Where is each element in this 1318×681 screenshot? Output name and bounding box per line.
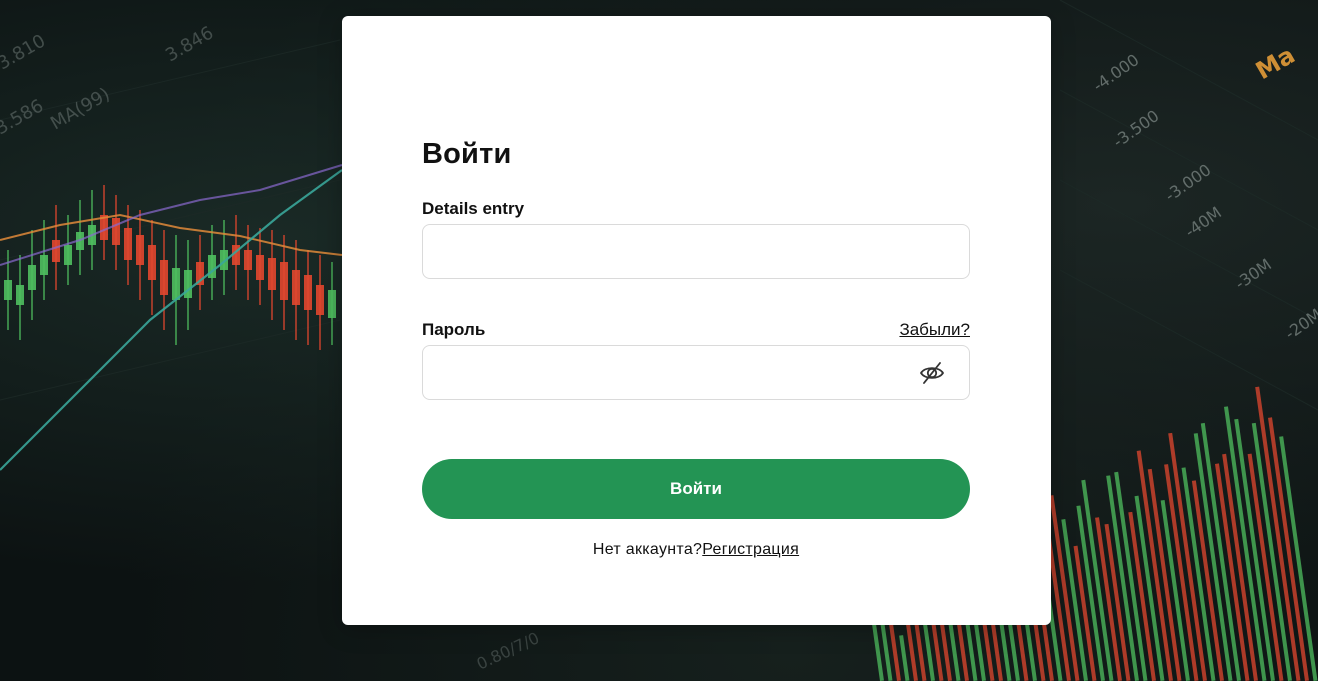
candle-body (328, 290, 336, 318)
left-axis-label: 3.846 (162, 22, 217, 66)
right-axis-label: -3.000 (1161, 160, 1214, 205)
right-axis-label: -30M (1231, 255, 1275, 293)
volume-bar (1164, 464, 1199, 681)
password-label: Пароль (422, 320, 486, 339)
candle-body (292, 270, 300, 305)
candle-body (64, 245, 72, 265)
left-axis-label: MA(99) (47, 84, 114, 135)
candle-body (148, 245, 156, 280)
password-field-wrapper (422, 345, 970, 400)
register-link[interactable]: Регистрация (702, 541, 799, 558)
candle-body (160, 260, 168, 295)
candle-body (136, 235, 144, 265)
login-label: Details entry (422, 199, 525, 218)
candle-body (172, 268, 180, 300)
register-prompt: Нет аккаунта?Регистрация (422, 541, 970, 559)
page-title: Войти (422, 138, 512, 170)
bottom-text: 0.80/7/0 (474, 628, 543, 673)
candle-body (184, 270, 192, 298)
left-axis-label: 3.810 (0, 30, 49, 74)
candle-body (16, 285, 24, 305)
left-axis-label: 3.586 (0, 95, 47, 139)
candle-body (256, 255, 264, 280)
candle-body (244, 250, 252, 270)
candle-body (4, 280, 12, 300)
ma-line-purple (0, 164, 343, 266)
password-input[interactable] (423, 346, 969, 399)
volume-bar (1223, 406, 1267, 681)
no-account-text: Нет аккаунта? (592, 541, 703, 558)
ma-line-teal (0, 169, 343, 471)
candle-body (124, 228, 132, 260)
candle-body (112, 218, 120, 245)
forgot-password-link[interactable]: Забыли? (899, 320, 970, 340)
candle-body (280, 262, 288, 300)
candle-body (40, 255, 48, 275)
candle-body (268, 258, 276, 290)
login-submit-button[interactable]: Войти (422, 459, 970, 519)
right-axis-label: -3.500 (1109, 106, 1162, 151)
candle-body (28, 265, 36, 290)
candle-body (52, 240, 60, 262)
volume-bar (1214, 463, 1250, 681)
login-field-wrapper (422, 224, 970, 279)
corner-text: Ma (1251, 41, 1300, 85)
candle-body (304, 275, 312, 310)
volume-bar (899, 635, 910, 681)
login-input[interactable] (423, 225, 969, 278)
right-axis-label: -4.000 (1089, 50, 1142, 95)
right-axis-label: -40M (1181, 203, 1225, 241)
login-card: Войти Details entry Пароль Забыли? Войти… (342, 16, 1051, 625)
candle-body (316, 285, 324, 315)
eye-off-icon[interactable] (919, 360, 945, 386)
